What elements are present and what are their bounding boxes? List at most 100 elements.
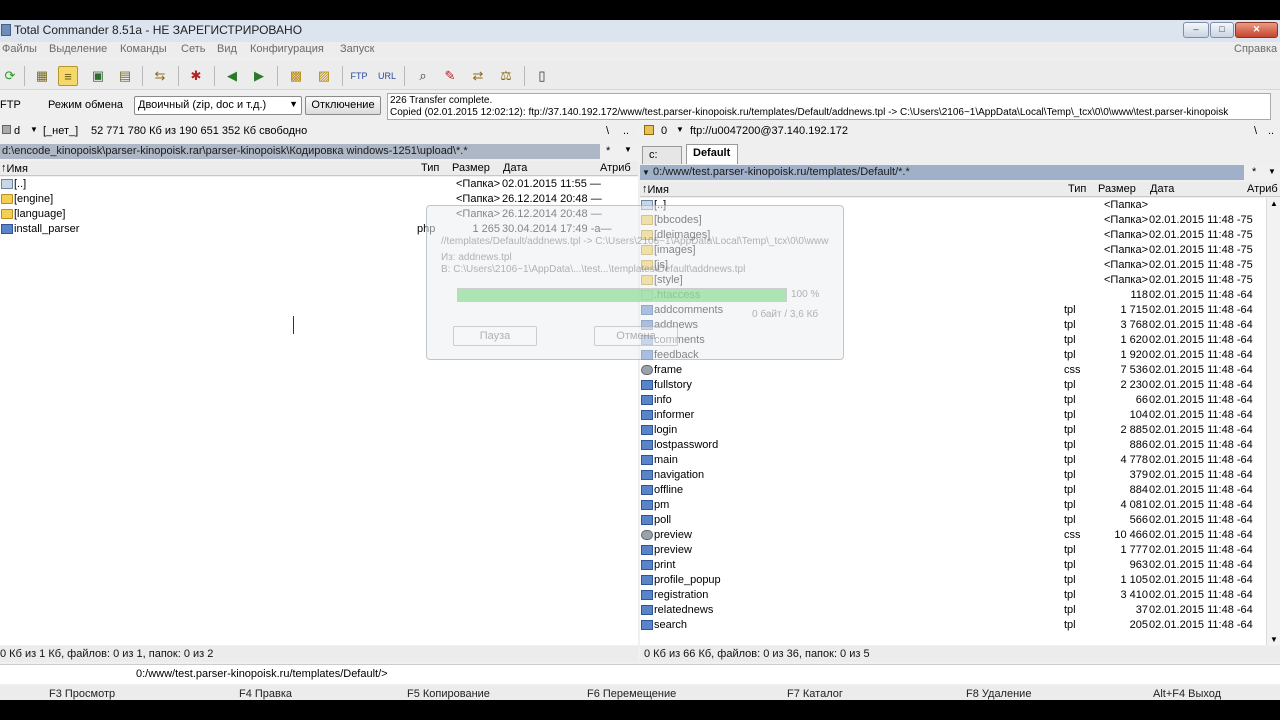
dialog-transfer-line: //templates/Default/addnews.tpl -> C:\Us… bbox=[441, 236, 829, 247]
menu-selection[interactable]: Выделение bbox=[49, 43, 107, 55]
right-file-row[interactable]: print tpl 963 02.01.2015 11:48 -64 bbox=[640, 558, 1266, 573]
drive-icon bbox=[2, 125, 11, 134]
pack-files-icon[interactable]: ▩ bbox=[286, 66, 306, 86]
menu-commands[interactable]: Команды bbox=[120, 43, 167, 55]
search-binoculars-icon[interactable]: ⌕ bbox=[413, 66, 433, 86]
right-file-row[interactable]: preview css 10 466 02.01.2015 11:48 -64 bbox=[640, 528, 1266, 543]
left-history-button[interactable]: * bbox=[606, 145, 610, 157]
file-name: poll bbox=[654, 514, 672, 526]
tree-icon[interactable]: ▤ bbox=[115, 66, 135, 86]
right-file-row[interactable]: profile_popup tpl 1 105 02.01.2015 11:48 -6… bbox=[640, 573, 1266, 588]
right-drive-letter[interactable]: 0 bbox=[661, 125, 667, 137]
file-ext: tpl bbox=[1064, 304, 1076, 316]
right-file-row[interactable]: pm tpl 4 081 02.01.2015 11:48 -64 bbox=[640, 498, 1266, 513]
dialog-bytes: 0 байт / 3,6 Кб bbox=[752, 309, 819, 320]
scroll-up-icon[interactable]: ▲ bbox=[1270, 199, 1278, 208]
right-file-row[interactable]: poll tpl 566 02.01.2015 11:48 -64 bbox=[640, 513, 1266, 528]
maximize-button[interactable]: □ bbox=[1210, 22, 1234, 38]
transfer-mode-select[interactable]: Двоичный (zip, doc и т.д.) ▼ bbox=[134, 96, 302, 115]
left-col-date[interactable]: Дата bbox=[503, 162, 527, 174]
brief-view-icon[interactable]: ▦ bbox=[32, 66, 52, 86]
right-file-row[interactable]: login tpl 2 885 02.01.2015 11:48 -64 bbox=[640, 423, 1266, 438]
tab-c[interactable]: c: bbox=[642, 146, 682, 164]
invert-selection-icon[interactable]: ⇆ bbox=[150, 66, 170, 86]
minimize-button[interactable]: – bbox=[1183, 22, 1209, 38]
url-connect-icon[interactable]: URL bbox=[377, 66, 397, 86]
back-arrow-icon[interactable]: ◀ bbox=[222, 66, 242, 86]
sync-dirs-icon[interactable]: ⇄ bbox=[468, 66, 488, 86]
right-file-row[interactable]: offline tpl 884 02.01.2015 11:48 -64 bbox=[640, 483, 1266, 498]
left-col-size[interactable]: Размер bbox=[452, 162, 490, 174]
alt-f4-exit-button[interactable]: Alt+F4 Выход bbox=[1153, 688, 1221, 700]
left-file-row[interactable]: [..] <Папка> 02.01.2015 11:55 — bbox=[0, 177, 638, 192]
right-file-row[interactable]: search tpl 205 02.01.2015 11:48 -64 bbox=[640, 618, 1266, 633]
right-file-row[interactable]: frame css 7 536 02.01.2015 11:48 -64 bbox=[640, 363, 1266, 378]
file-size: <Папка> bbox=[456, 193, 500, 205]
thumbnails-icon[interactable]: ▣ bbox=[88, 66, 108, 86]
menu-view[interactable]: Вид bbox=[217, 43, 237, 55]
tab-default[interactable]: Default bbox=[686, 144, 738, 164]
menu-files[interactable]: Файлы bbox=[2, 43, 37, 55]
right-file-row[interactable]: fullstory tpl 2 230 02.01.2015 11:48 -64 bbox=[640, 378, 1266, 393]
file-icon bbox=[641, 590, 653, 600]
left-root-button[interactable]: \ bbox=[606, 125, 609, 137]
left-col-attr[interactable]: Атриб bbox=[600, 162, 631, 174]
right-file-row[interactable]: informer tpl 104 02.01.2015 11:48 -64 bbox=[640, 408, 1266, 423]
left-path-bar[interactable]: d:\encode_kinopoisk\parser-kinopoisk.rar… bbox=[0, 144, 600, 159]
f7-mkdir-button[interactable]: F7 Каталог bbox=[787, 688, 843, 700]
compare-files-icon[interactable]: ⚖ bbox=[496, 66, 516, 86]
scroll-down-icon[interactable]: ▼ bbox=[1270, 635, 1278, 644]
menu-configuration[interactable]: Конфигурация bbox=[250, 43, 324, 55]
left-col-ext[interactable]: Тип bbox=[421, 162, 439, 174]
unpack-files-icon[interactable]: ▨ bbox=[314, 66, 334, 86]
right-file-row[interactable]: main tpl 4 778 02.01.2015 11:48 -64 bbox=[640, 453, 1266, 468]
refresh-icon[interactable]: ⟳ bbox=[0, 66, 20, 86]
f8-delete-button[interactable]: F8 Удаление bbox=[966, 688, 1031, 700]
left-col-name[interactable]: ↑ Имя bbox=[1, 162, 28, 175]
chevron-down-icon[interactable]: ▼ bbox=[624, 145, 632, 154]
forward-arrow-icon[interactable]: ▶ bbox=[249, 66, 269, 86]
right-file-row[interactable]: registration tpl 3 410 02.01.2015 11:48 -64 bbox=[640, 588, 1266, 603]
ftp-connect-icon[interactable]: FTP bbox=[349, 66, 369, 86]
multi-rename-icon[interactable]: ✎ bbox=[440, 66, 460, 86]
right-file-row[interactable]: relatednews tpl 37 02.01.2015 11:48 -64 bbox=[640, 603, 1266, 618]
right-col-name[interactable]: ↑ Имя bbox=[642, 183, 669, 196]
right-history-button[interactable]: * bbox=[1252, 166, 1256, 178]
right-file-row[interactable]: lostpassword tpl 886 02.01.2015 11:48 -64 bbox=[640, 438, 1266, 453]
f6-move-button[interactable]: F6 Перемещение bbox=[587, 688, 676, 700]
pack-icon[interactable]: ✱ bbox=[186, 66, 206, 86]
detailed-view-icon[interactable]: ≡ bbox=[58, 66, 78, 86]
right-file-row[interactable]: preview tpl 1 777 02.01.2015 11:48 -64 bbox=[640, 543, 1266, 558]
f5-copy-button[interactable]: F5 Копирование bbox=[407, 688, 490, 700]
right-path-bar[interactable]: ▼ 0:/www/test.parser-kinopoisk.ru/templa… bbox=[640, 165, 1244, 180]
right-col-size[interactable]: Размер bbox=[1098, 183, 1136, 195]
right-col-ext[interactable]: Тип bbox=[1068, 183, 1086, 195]
right-status-text: 0 Кб из 66 Кб, файлов: 0 из 36, папок: 0… bbox=[644, 648, 870, 660]
chevron-down-icon[interactable]: ▼ bbox=[30, 125, 38, 134]
command-line[interactable]: 0:/www/test.parser-kinopoisk.ru/template… bbox=[0, 664, 1280, 684]
f4-edit-button[interactable]: F4 Правка bbox=[239, 688, 292, 700]
menu-start[interactable]: Запуск bbox=[340, 43, 374, 55]
notepad-icon[interactable]: ▯ bbox=[532, 66, 552, 86]
f3-view-button[interactable]: F3 Просмотр bbox=[49, 688, 115, 700]
close-button[interactable]: ✕ bbox=[1235, 22, 1278, 38]
right-col-date[interactable]: Дата bbox=[1150, 183, 1174, 195]
chevron-down-icon[interactable]: ▼ bbox=[1268, 167, 1276, 176]
left-up-button[interactable]: .. bbox=[623, 125, 629, 137]
file-ext: tpl bbox=[1064, 409, 1076, 421]
right-file-row[interactable]: info tpl 66 02.01.2015 11:48 -64 bbox=[640, 393, 1266, 408]
right-up-button[interactable]: .. bbox=[1268, 125, 1274, 137]
right-file-row[interactable]: navigation tpl 379 02.01.2015 11:48 -64 bbox=[640, 468, 1266, 483]
chevron-down-icon[interactable]: ▼ bbox=[676, 125, 684, 134]
left-drive-letter[interactable]: d bbox=[14, 125, 20, 137]
menu-help[interactable]: Справка bbox=[1234, 43, 1277, 55]
pause-button[interactable]: Пауза bbox=[453, 326, 537, 346]
disconnect-button[interactable]: Отключение bbox=[305, 96, 381, 115]
menu-net[interactable]: Сеть bbox=[181, 43, 205, 55]
right-root-button[interactable]: \ bbox=[1254, 125, 1257, 137]
right-scrollbar[interactable]: ▲ ▼ bbox=[1266, 198, 1280, 645]
file-name: offline bbox=[654, 484, 684, 496]
dialog-percent: 100 % bbox=[791, 289, 820, 300]
cancel-button[interactable]: Отмена bbox=[594, 326, 678, 346]
right-col-attr[interactable]: Атриб bbox=[1247, 183, 1278, 195]
